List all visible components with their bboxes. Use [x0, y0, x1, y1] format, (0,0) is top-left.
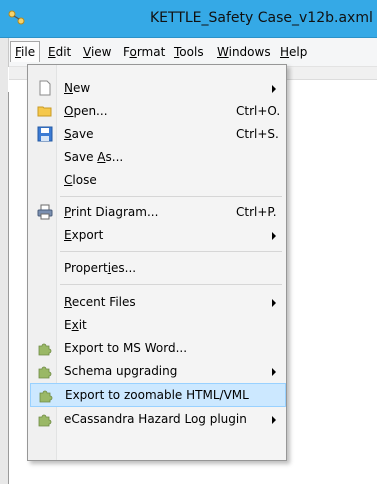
- app-window: KETTLE_Safety Case_v12b.axml File Edit V…: [0, 0, 377, 484]
- menu-windows[interactable]: Windows: [213, 42, 275, 62]
- plugin-puzzle-icon: [38, 414, 52, 427]
- submenu-arrow-icon: [272, 85, 276, 93]
- title-bar[interactable]: KETTLE_Safety Case_v12b.axml: [0, 0, 377, 38]
- plugin-puzzle-icon: [38, 343, 52, 356]
- menu-item-recent-files[interactable]: Recent Files: [30, 291, 284, 313]
- shortcut-save: Ctrl+S.: [236, 127, 279, 141]
- shortcut-open: Ctrl+O.: [236, 104, 281, 118]
- menu-file[interactable]: File: [10, 41, 41, 62]
- menu-tools[interactable]: Tools: [170, 42, 208, 62]
- menu-separator: [60, 284, 282, 285]
- window-title: KETTLE_Safety Case_v12b.axml: [150, 10, 373, 26]
- open-folder-icon: [37, 106, 52, 117]
- menu-bar: File Edit View Format Tools Windows Help: [0, 38, 377, 67]
- menu-format[interactable]: Format: [119, 42, 169, 62]
- new-document-icon: [39, 80, 51, 96]
- file-dropdown-menu: New Open... Ctrl+O. Save Ctrl+S. Save As…: [27, 64, 287, 461]
- menu-separator: [60, 196, 282, 197]
- menu-view[interactable]: View: [79, 42, 115, 62]
- frame-divider: [8, 92, 9, 484]
- menu-separator: [60, 251, 282, 252]
- menu-item-save-as[interactable]: Save As...: [30, 146, 284, 168]
- menu-help[interactable]: Help: [276, 42, 311, 62]
- menu-item-export[interactable]: Export: [30, 224, 284, 246]
- plugin-puzzle-icon: [38, 366, 52, 379]
- menu-item-new[interactable]: New: [30, 77, 284, 99]
- menu-item-schema-upgrading[interactable]: Schema upgrading: [30, 360, 284, 382]
- printer-icon: [37, 204, 53, 220]
- app-logo-icon: [8, 10, 25, 25]
- menu-item-print-diagram[interactable]: Print Diagram... Ctrl+P.: [30, 201, 284, 223]
- menu-item-open[interactable]: Open... Ctrl+O.: [30, 100, 284, 122]
- menu-item-close[interactable]: Close: [30, 169, 284, 191]
- submenu-arrow-icon: [272, 299, 276, 307]
- menu-item-ecassandra-hazard-log[interactable]: eCassandra Hazard Log plugin: [30, 408, 284, 430]
- menu-item-export-zoomable-html[interactable]: Export to zoomable HTML/VML: [30, 383, 286, 407]
- submenu-arrow-icon: [272, 416, 276, 424]
- menu-edit[interactable]: Edit: [44, 42, 75, 62]
- submenu-arrow-icon: [272, 232, 276, 240]
- menu-item-save[interactable]: Save Ctrl+S.: [30, 123, 284, 145]
- plugin-puzzle-icon: [39, 390, 53, 403]
- menu-item-export-ms-word[interactable]: Export to MS Word...: [30, 337, 284, 359]
- menu-item-properties[interactable]: Properties...: [30, 257, 284, 279]
- menu-item-exit[interactable]: Exit: [30, 314, 284, 336]
- submenu-arrow-icon: [272, 368, 276, 376]
- save-floppy-icon: [37, 126, 53, 142]
- shortcut-print: Ctrl+P.: [236, 205, 277, 219]
